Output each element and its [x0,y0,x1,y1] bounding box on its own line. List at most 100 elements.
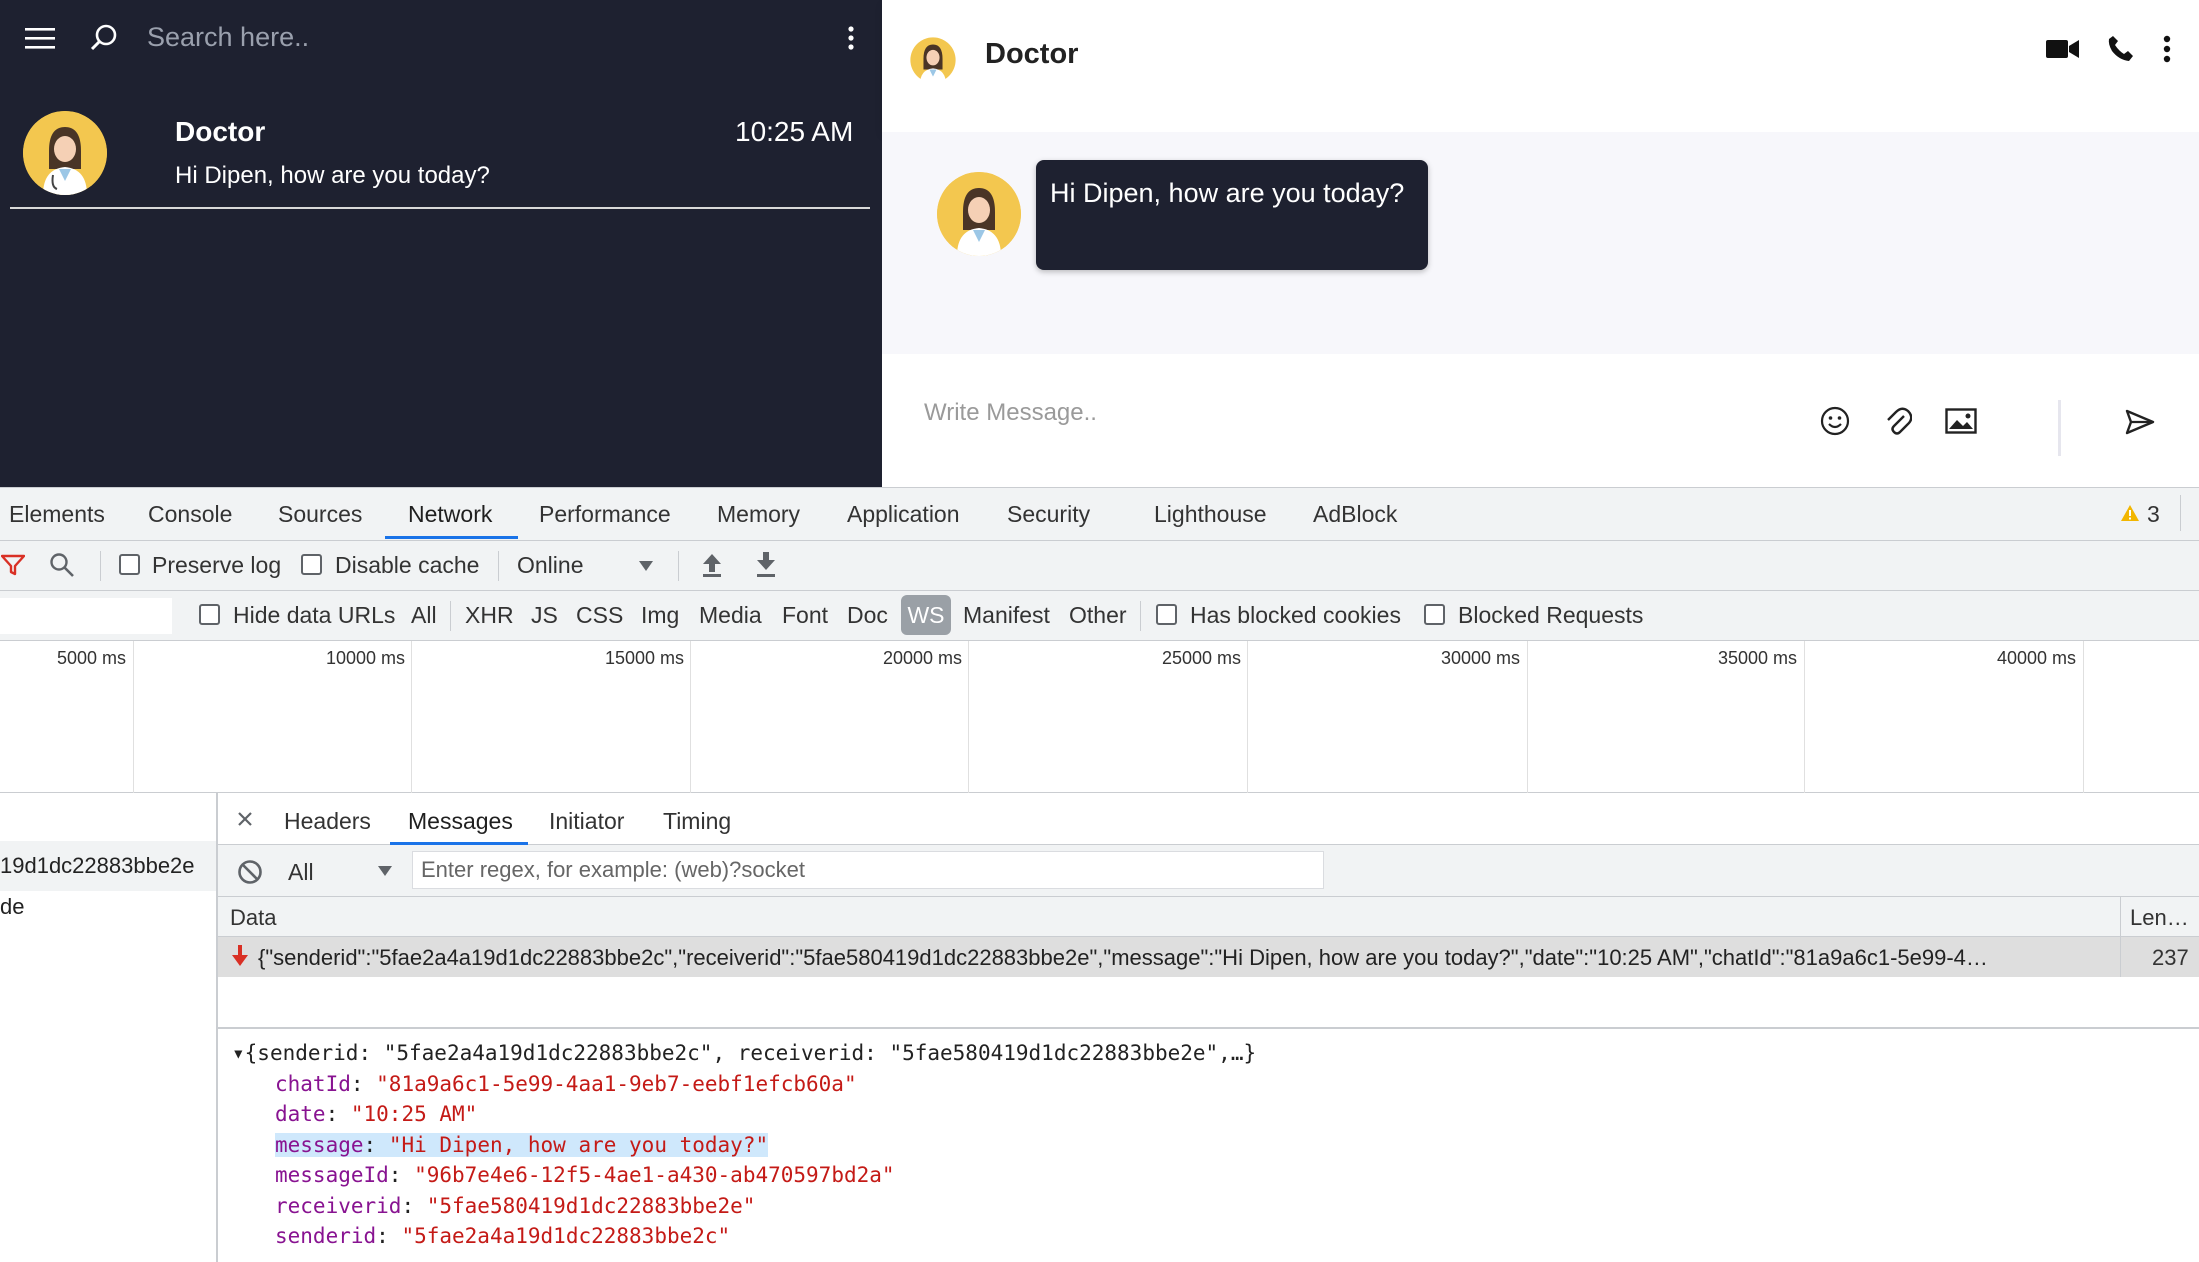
filter-type-other[interactable]: Other [1069,602,1127,629]
throttling-select[interactable]: Online [517,552,583,579]
search-icon[interactable] [86,20,122,56]
json-value: "Hi Dipen, how are you today?" [388,1132,769,1157]
json-summary-row[interactable]: ▾{senderid: "5fae2a4a19d1dc22883bbe2c", … [232,1038,1256,1069]
divider [10,207,870,209]
hamburger-menu-icon[interactable] [22,20,58,56]
messages-table-header [218,897,2199,937]
json-key: receiverid [275,1193,402,1218]
json-value: "96b7e4e6-12f5-4ae1-a430-ab470597bd2a" [414,1163,895,1187]
export-har-icon[interactable] [752,550,780,580]
tab-lighthouse[interactable]: Lighthouse [1154,501,1267,528]
tab-headers[interactable]: Headers [284,808,371,835]
emoji-icon[interactable] [1817,403,1853,439]
tab-timing[interactable]: Timing [663,808,731,835]
tab-sources[interactable]: Sources [278,501,362,528]
video-call-icon[interactable] [2044,32,2082,66]
warning-icon [2119,502,2141,524]
message-type-select[interactable]: All [288,859,314,886]
chat-contact-name: Doctor [175,116,266,147]
json-key: chatId [275,1071,351,1096]
filter-type-xhr[interactable]: XHR [465,602,514,629]
phone-call-icon[interactable] [2103,30,2139,66]
column-length[interactable]: Len… [2130,905,2189,931]
timeline-gridline [690,641,691,793]
header-avatar [908,35,958,85]
tab-network[interactable]: Network [408,501,492,528]
json-value: "10:25 AM" [350,1102,478,1126]
filter-type-font[interactable]: Font [782,602,828,629]
tab-bar-separator [2180,495,2181,531]
preserve-log-checkbox[interactable] [119,554,140,575]
tab-performance[interactable]: Performance [539,501,671,528]
chat-header-title: Doctor [985,38,1079,70]
doctor-avatar [23,111,107,195]
filter-type-css[interactable]: CSS [576,602,623,629]
toolbar-separator [100,551,101,581]
tab-messages[interactable]: Messages [408,808,513,835]
message-bubble: Hi Dipen, how are you today? [1036,160,1428,270]
timeline-gridline [411,641,412,793]
tab-console[interactable]: Console [148,501,232,528]
tab-elements[interactable]: Elements [9,501,105,528]
chevron-down-icon[interactable] [376,862,394,880]
chat-more-icon[interactable] [2152,32,2182,66]
has-blocked-cookies-label: Has blocked cookies [1190,602,1401,628]
filter-icon[interactable] [0,552,26,578]
json-key: date [275,1102,326,1126]
warning-count[interactable]: 3 [2147,501,2160,528]
send-icon[interactable] [2120,404,2160,440]
detail-tab-bar [218,793,2199,845]
filter-type-doc[interactable]: Doc [847,602,888,629]
regex-filter-input[interactable] [412,851,1324,889]
disable-cache-checkbox[interactable] [301,554,322,575]
preserve-log-label: Preserve log [152,552,282,578]
hide-data-urls-checkbox[interactable] [199,604,220,625]
json-value: "5fae2a4a19d1dc22883bbe2c" [401,1224,731,1248]
filter-type-media[interactable]: Media [699,602,762,629]
chevron-down-icon[interactable] [636,556,656,576]
more-options-icon[interactable] [836,22,866,54]
blocked-requests-checkbox[interactable] [1424,604,1445,625]
filter-type-js[interactable]: JS [531,602,558,629]
tab-initiator[interactable]: Initiator [549,808,624,835]
has-blocked-cookies-checkbox[interactable] [1156,604,1177,625]
column-data[interactable]: Data [230,905,276,931]
tab-application[interactable]: Application [847,501,960,528]
tab-memory[interactable]: Memory [717,501,800,528]
message-avatar [937,172,1021,256]
timeline-tick: 35000 ms [1718,648,1798,668]
search-network-icon[interactable] [48,551,76,579]
json-prop-row: message: "Hi Dipen, how are you today?" [275,1132,769,1157]
chat-timestamp: 10:25 AM [735,116,854,147]
filter-type-img[interactable]: Img [641,602,679,629]
search-input[interactable]: Search here.. [147,22,309,53]
tab-adblock[interactable]: AdBlock [1313,501,1397,528]
request-name[interactable]: 19d1dc22883bbe2e [0,853,195,879]
arrow-down-icon [229,943,251,969]
tab-security[interactable]: Security [1007,501,1090,528]
filter-type-manifest[interactable]: Manifest [963,602,1050,629]
clear-messages-icon[interactable] [236,858,264,886]
json-key: senderid [275,1224,377,1248]
chat-last-message: Hi Dipen, how are you today? [175,162,490,189]
attachment-icon[interactable] [1880,403,1916,439]
composer-divider [2058,400,2061,456]
image-icon[interactable] [1942,403,1980,439]
message-frame-length: 237 [2152,945,2189,970]
timeline-tick: 10000 ms [326,648,406,668]
close-icon[interactable] [232,806,258,832]
timeline-gridline [1804,641,1805,793]
filter-separator [450,601,451,631]
message-input[interactable] [922,398,1722,428]
filter-input[interactable] [0,598,172,634]
filter-type-ws[interactable]: WS [901,595,951,635]
json-prop-row: chatId: "81a9a6c1-5e99-4aa1-9eb7-eebf1ef… [275,1071,857,1096]
request-name[interactable]: de [0,894,24,920]
active-tab-indicator [385,536,518,539]
disable-cache-label: Disable cache [335,552,480,578]
import-har-icon[interactable] [698,550,726,580]
timeline-tick: 40000 ms [1997,648,2077,668]
filter-type-all[interactable]: All [411,602,437,629]
expand-triangle-icon[interactable]: ▾ [232,1041,245,1065]
json-prop-row: senderid: "5fae2a4a19d1dc22883bbe2c" [275,1224,731,1248]
